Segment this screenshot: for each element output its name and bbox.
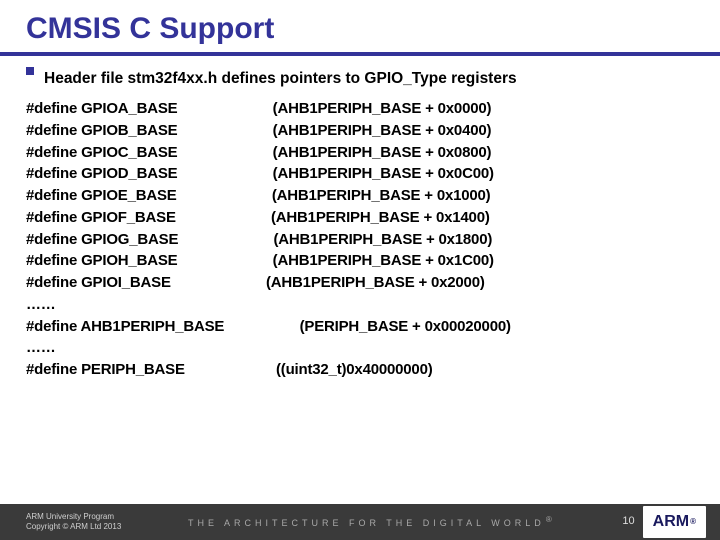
slide-content: Header file stm32f4xx.h defines pointers… — [0, 70, 720, 381]
code-block: #define GPIOA_BASE (AHB1PERIPH_BASE + 0x… — [26, 98, 694, 381]
slide: CMSIS C Support Header file stm32f4xx.h … — [0, 0, 720, 540]
footer-credit: ARM University Program Copyright © ARM L… — [0, 512, 121, 531]
page-number: 10 — [622, 515, 642, 528]
slide-footer: ARM University Program Copyright © ARM L… — [0, 504, 720, 540]
bullet-item: Header file stm32f4xx.h defines pointers… — [26, 70, 694, 88]
footer-line2: Copyright © ARM Ltd 2013 — [26, 522, 121, 532]
bullet-icon — [26, 67, 34, 75]
title-rule — [0, 52, 720, 56]
footer-tagline: THE ARCHITECTURE FOR THE DIGITAL WORLD® — [121, 515, 622, 529]
bullet-text: Header file stm32f4xx.h defines pointers… — [44, 70, 517, 88]
arm-logo: ARM® — [643, 506, 706, 538]
footer-line1: ARM University Program — [26, 512, 121, 522]
slide-title: CMSIS C Support — [0, 0, 720, 52]
